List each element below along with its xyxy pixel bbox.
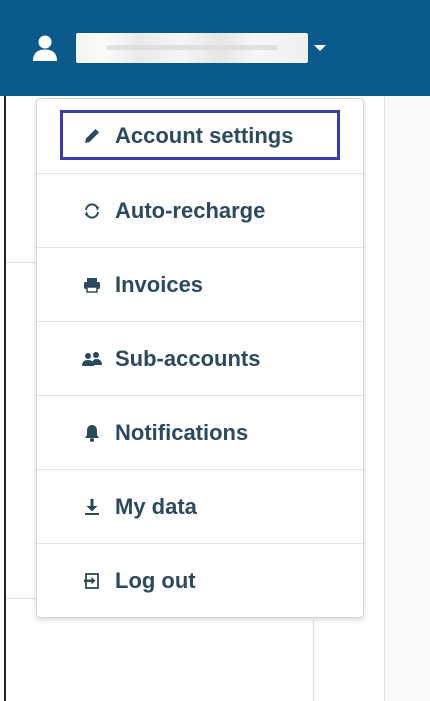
menu-item-label: Auto-recharge	[115, 197, 266, 223]
sync-icon	[81, 200, 103, 222]
menu-item-auto-recharge[interactable]: Auto-recharge	[37, 173, 363, 247]
pencil-icon	[81, 125, 103, 147]
menu-item-label: Invoices	[115, 271, 204, 297]
menu-item-sub-accounts[interactable]: Sub-accounts	[37, 321, 363, 395]
menu-item-account-settings[interactable]: Account settings	[37, 99, 363, 173]
divider	[6, 598, 36, 599]
menu-item-invoices[interactable]: Invoices	[37, 247, 363, 321]
divider	[313, 620, 314, 701]
printer-icon	[81, 274, 103, 296]
menu-item-label: Sub-accounts	[115, 345, 261, 371]
account-dropdown-menu: Account settings Auto-recharge Invoices	[36, 98, 364, 618]
download-icon	[81, 496, 103, 518]
menu-item-label: Notifications	[115, 419, 249, 445]
menu-item-log-out[interactable]: Log out	[37, 543, 363, 617]
sign-out-icon	[81, 570, 103, 592]
divider	[6, 262, 36, 263]
menu-item-my-data[interactable]: My data	[37, 469, 363, 543]
menu-item-notifications[interactable]: Notifications	[37, 395, 363, 469]
menu-item-label: Account settings	[115, 123, 294, 148]
page-right-column	[384, 96, 430, 701]
menu-item-label: My data	[115, 493, 197, 519]
top-navigation-bar	[0, 0, 430, 96]
users-icon	[81, 348, 103, 370]
menu-item-label: Log out	[115, 567, 196, 593]
caret-down-icon	[314, 45, 326, 51]
user-name-redacted	[76, 33, 308, 63]
window-edge	[4, 96, 6, 701]
user-menu-toggle[interactable]	[30, 26, 326, 70]
bell-icon	[81, 422, 103, 444]
user-icon	[30, 33, 60, 63]
